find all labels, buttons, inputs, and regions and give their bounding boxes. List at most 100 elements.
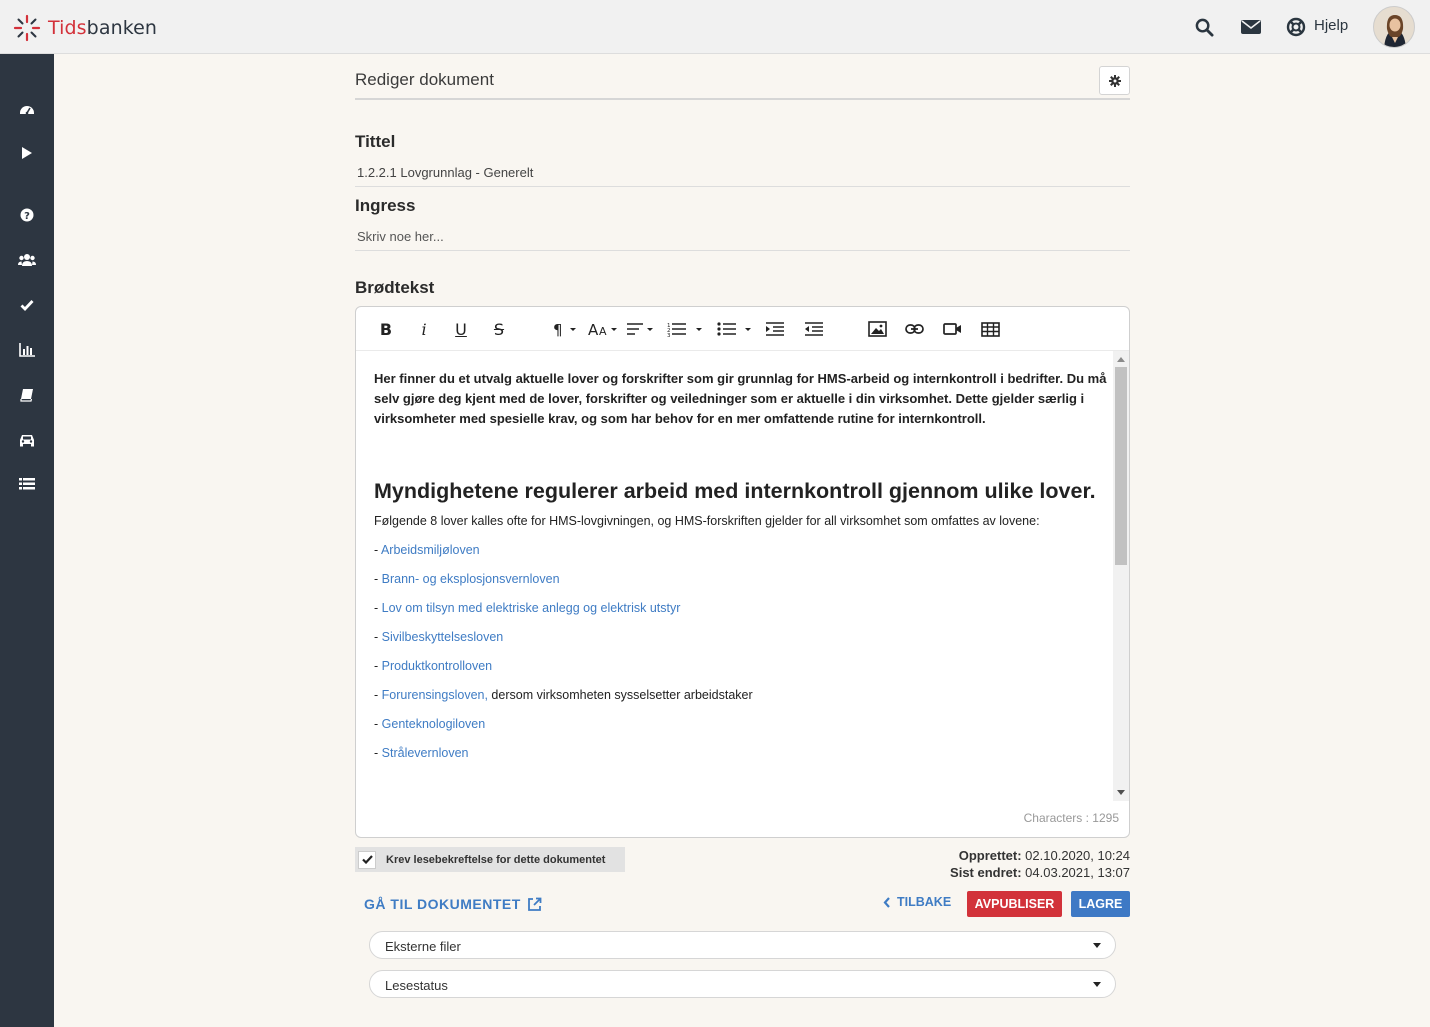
sidebar: ? (0, 54, 54, 1027)
created-meta: Opprettet: 02.10.2020, 10:24 (958, 848, 1130, 863)
check-icon (361, 855, 373, 864)
indent-button[interactable] (803, 317, 825, 341)
list-item: - Sivilbeskyttelsesloven (374, 630, 504, 644)
bullet-list-icon (717, 322, 751, 336)
svg-text:A: A (588, 321, 599, 337)
read-status-dropdown[interactable]: Lesestatus (369, 970, 1116, 998)
body-label: Brødtekst (355, 278, 435, 297)
page-header: Rediger dokument (355, 66, 1130, 100)
list-icon[interactable] (17, 474, 37, 494)
scroll-thumb[interactable] (1115, 367, 1127, 565)
link-icon (904, 324, 924, 334)
outdent-button[interactable] (764, 317, 786, 341)
italic-icon: i (421, 319, 427, 339)
logo[interactable]: Tidsbanken (12, 13, 157, 43)
editor-toolbar: B i U S ¶ AA 123 (356, 307, 1129, 351)
title-input[interactable] (355, 159, 1130, 187)
caret-down-icon (1093, 982, 1101, 987)
law-link[interactable]: Forurensingsloven, (382, 688, 488, 702)
svg-text:?: ? (24, 211, 30, 222)
insert-video-button[interactable] (942, 317, 962, 341)
go-to-document-link[interactable]: GÅ TIL DOKUMENTET (364, 896, 542, 912)
logo-icon (13, 14, 41, 42)
dropdown-label: Lesestatus (385, 978, 448, 993)
external-link-icon (527, 897, 542, 911)
title-label: Tittel (355, 132, 396, 151)
book-icon[interactable] (17, 385, 37, 405)
check-icon[interactable] (17, 295, 37, 315)
image-icon (867, 321, 887, 337)
character-count: Characters : 1295 (1023, 811, 1119, 825)
ingress-input[interactable] (355, 223, 1130, 251)
lead-paragraph: Følgende 8 lover kalles ofte for HMS-lov… (374, 514, 1040, 528)
bold-button[interactable]: B (376, 317, 396, 341)
play-icon[interactable] (17, 143, 37, 163)
envelope-icon[interactable] (1240, 16, 1262, 38)
strikethrough-icon: S (493, 319, 505, 339)
italic-button[interactable]: i (414, 317, 434, 341)
insert-link-button[interactable] (904, 317, 924, 341)
page-title: Rediger dokument (355, 70, 494, 89)
rich-text-editor: B i U S ¶ AA 123 Her finner du et utvalg… (355, 306, 1130, 838)
chevron-left-icon (883, 896, 890, 908)
intro-paragraph: Her finner du et utvalg aktuelle lover o… (374, 371, 1107, 426)
list-item: - Forurensingsloven, dersom virksomheten… (374, 688, 753, 702)
read-confirmation-checkbox[interactable]: Krev lesebekreftelse for dette dokumente… (355, 847, 625, 872)
checkbox-label: Krev lesebekreftelse for dette dokumente… (386, 853, 606, 866)
list-item: - Genteknologiloven (374, 717, 486, 731)
scroll-down-arrow-icon[interactable] (1117, 790, 1125, 795)
editor-scrollbar[interactable] (1113, 351, 1129, 801)
settings-button[interactable] (1099, 66, 1130, 95)
paragraph-format-button[interactable]: ¶ (552, 317, 580, 341)
bold-icon: B (379, 319, 393, 339)
users-icon[interactable] (17, 250, 37, 270)
outdent-icon (766, 322, 784, 336)
insert-table-button[interactable] (980, 317, 1000, 341)
external-files-dropdown[interactable]: Eksterne filer (369, 931, 1116, 959)
unordered-list-button[interactable] (716, 317, 756, 341)
ingress-label: Ingress (355, 196, 416, 215)
align-left-icon (627, 323, 653, 335)
law-link[interactable]: Brann- og eksplosjonsvernloven (382, 572, 560, 586)
align-button[interactable] (625, 317, 657, 341)
car-icon[interactable] (17, 430, 37, 450)
unpublish-button[interactable]: AVPUBLISER (967, 891, 1062, 917)
strikethrough-button[interactable]: S (489, 317, 509, 341)
top-bar: Tidsbanken Hjelp (0, 0, 1430, 54)
law-link[interactable]: Produktkontrolloven (382, 659, 492, 673)
question-icon[interactable]: ? (17, 205, 37, 225)
law-link[interactable]: Sivilbeskyttelsesloven (382, 630, 504, 644)
back-button[interactable]: TILBAKE (883, 895, 951, 909)
ordered-list-icon: 123 (667, 323, 702, 337)
font-size-button[interactable]: AA (587, 317, 621, 341)
gear-icon (1108, 74, 1121, 87)
svg-text:A: A (599, 325, 607, 337)
ordered-list-button[interactable]: 123 (666, 317, 706, 341)
brand-name: Tidsbanken (48, 17, 158, 39)
font-size-icon: AA (588, 321, 617, 337)
scroll-up-arrow-icon[interactable] (1117, 357, 1125, 362)
list-item: - Produktkontrolloven (374, 659, 493, 673)
editor-content[interactable]: Her finner du et utvalg aktuelle lover o… (374, 369, 1109, 799)
help-label[interactable]: Hjelp (1314, 17, 1348, 34)
search-icon[interactable] (1193, 16, 1215, 38)
list-item: - Brann- og eksplosjonsvernloven (374, 572, 560, 586)
table-icon (980, 321, 1000, 337)
checkbox[interactable] (358, 850, 376, 869)
lifebuoy-icon[interactable] (1285, 16, 1307, 38)
save-button[interactable]: LAGRE (1071, 891, 1130, 917)
law-link[interactable]: Arbeidsmiljøloven (381, 543, 480, 557)
list-item: - Strålevernloven (374, 746, 469, 760)
avatar[interactable] (1373, 6, 1415, 48)
caret-down-icon (1093, 943, 1101, 948)
dropdown-label: Eksterne filer (385, 939, 461, 954)
underline-button[interactable]: U (451, 317, 471, 341)
dashboard-icon[interactable] (17, 99, 37, 119)
law-link[interactable]: Genteknologiloven (382, 717, 486, 731)
bar-chart-icon[interactable] (17, 340, 37, 360)
svg-text:¶: ¶ (553, 321, 563, 337)
law-link[interactable]: Strålevernloven (382, 746, 469, 760)
law-link[interactable]: Lov om tilsyn med elektriske anlegg og e… (382, 601, 681, 615)
insert-image-button[interactable] (867, 317, 887, 341)
list-item: - Lov om tilsyn med elektriske anlegg og… (374, 601, 681, 615)
